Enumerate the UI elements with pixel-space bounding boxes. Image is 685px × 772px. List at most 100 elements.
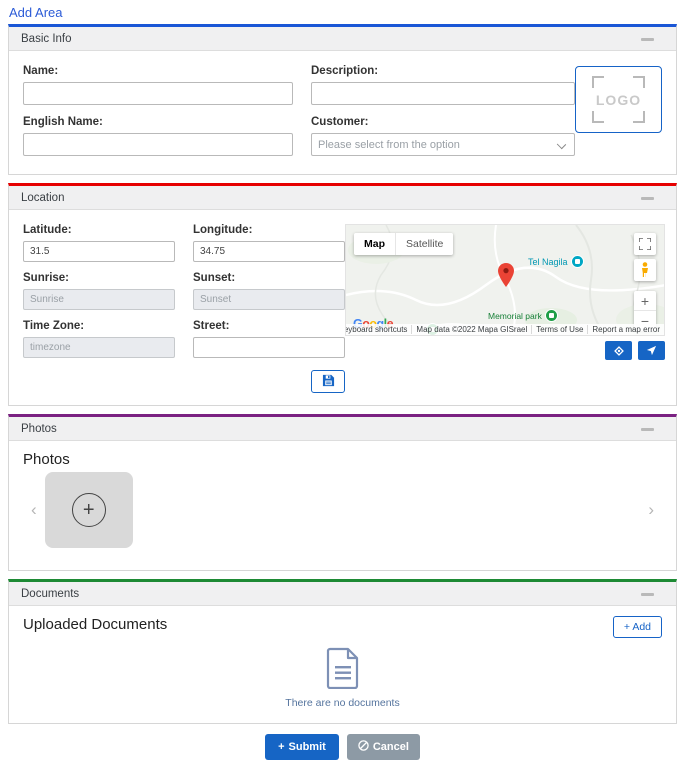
map-action-buttons bbox=[345, 341, 665, 360]
poi-teal-icon bbox=[571, 255, 584, 268]
collapse-icon[interactable] bbox=[641, 428, 654, 431]
documents-header[interactable]: Documents bbox=[9, 582, 676, 606]
english-name-label: English Name: bbox=[23, 116, 293, 128]
longitude-label: Longitude: bbox=[193, 224, 345, 236]
photos-label: Photos bbox=[23, 451, 662, 468]
report-map-error-link[interactable]: Report a map error bbox=[587, 325, 664, 334]
sunrise-field-group: Sunrise: bbox=[23, 272, 175, 310]
collapse-icon[interactable] bbox=[641, 197, 654, 200]
map-type-control: Map Satellite bbox=[354, 233, 453, 255]
photos-carousel: ‹ + › bbox=[23, 472, 662, 548]
documents-body: Uploaded Documents + Add There are no do… bbox=[9, 606, 676, 723]
customer-label: Customer: bbox=[311, 116, 575, 128]
documents-empty-state: There are no documents bbox=[23, 647, 662, 709]
navigation-arrow-icon bbox=[646, 345, 657, 356]
photos-header[interactable]: Photos bbox=[9, 417, 676, 441]
description-label: Description: bbox=[311, 65, 575, 77]
longitude-field-group: Longitude: bbox=[193, 224, 345, 262]
location-header[interactable]: Location bbox=[9, 186, 676, 210]
photos-body: Photos ‹ + › bbox=[9, 441, 676, 570]
add-photo-icon: + bbox=[72, 493, 106, 527]
fullscreen-button[interactable] bbox=[634, 233, 656, 255]
poi-label: Memorial park bbox=[488, 311, 542, 321]
map-marker-icon[interactable] bbox=[498, 263, 514, 292]
sunrise-input bbox=[23, 289, 175, 310]
cancel-slash-icon bbox=[358, 740, 369, 754]
no-documents-text: There are no documents bbox=[285, 697, 399, 709]
plus-icon: + bbox=[278, 741, 284, 753]
sunrise-label: Sunrise: bbox=[23, 272, 175, 284]
name-input[interactable] bbox=[23, 82, 293, 105]
map-data-text: Map data ©2022 Mapa GISrael bbox=[411, 325, 531, 334]
fullscreen-icon bbox=[639, 238, 651, 250]
carousel-prev-icon[interactable]: ‹ bbox=[23, 500, 45, 520]
street-field-group: Street: bbox=[193, 320, 345, 358]
google-map[interactable]: Map Satellite + − bbox=[345, 224, 665, 336]
terms-of-use-link[interactable]: Terms of Use bbox=[531, 325, 587, 334]
zoom-in-button[interactable]: + bbox=[634, 291, 656, 311]
documents-header-label: Documents bbox=[21, 588, 79, 600]
page-title-add-area[interactable]: Add Area bbox=[0, 0, 63, 24]
cancel-button[interactable]: Cancel bbox=[347, 734, 420, 760]
name-field-group: Name: bbox=[23, 65, 293, 105]
footer-actions: + Submit Cancel bbox=[0, 734, 685, 760]
poi-green-icon bbox=[545, 309, 558, 322]
logo-corner-icon bbox=[592, 111, 604, 123]
save-location-button[interactable] bbox=[311, 370, 345, 393]
longitude-input[interactable] bbox=[193, 241, 345, 262]
map-container: Map Satellite + − bbox=[345, 224, 665, 393]
document-icon bbox=[326, 647, 360, 694]
sunset-input bbox=[193, 289, 345, 310]
customer-select[interactable]: Please select from the option bbox=[311, 133, 575, 156]
photos-card: Photos Photos ‹ + › bbox=[8, 414, 677, 571]
timezone-field-group: Time Zone: bbox=[23, 320, 175, 358]
description-field-group: Description: bbox=[311, 65, 575, 105]
customer-select-placeholder: Please select from the option bbox=[318, 139, 460, 151]
english-name-field-group: English Name: bbox=[23, 116, 293, 156]
poi-tel-nagila[interactable]: Tel Nagila bbox=[528, 255, 584, 268]
satellite-tab[interactable]: Satellite bbox=[395, 233, 453, 255]
carousel-next-icon[interactable]: › bbox=[640, 500, 662, 520]
photos-header-label: Photos bbox=[21, 423, 57, 435]
basic-info-header-label: Basic Info bbox=[21, 33, 72, 45]
description-input[interactable] bbox=[311, 82, 575, 105]
navigate-button[interactable] bbox=[638, 341, 665, 360]
directions-button[interactable] bbox=[605, 341, 632, 360]
add-document-button[interactable]: + Add bbox=[613, 616, 662, 638]
latitude-label: Latitude: bbox=[23, 224, 175, 236]
logo-placeholder-text: LOGO bbox=[596, 92, 641, 108]
basic-info-header[interactable]: Basic Info bbox=[9, 27, 676, 51]
collapse-icon[interactable] bbox=[641, 38, 654, 41]
documents-card: Documents Uploaded Documents + Add There… bbox=[8, 579, 677, 724]
location-body: Latitude: Longitude: Sunrise: Sunset: Ti… bbox=[9, 210, 676, 405]
poi-memorial-park[interactable]: Memorial park bbox=[488, 309, 558, 322]
sunset-label: Sunset: bbox=[193, 272, 345, 284]
save-location-cell bbox=[311, 368, 345, 393]
latitude-field-group: Latitude: bbox=[23, 224, 175, 262]
location-fields: Latitude: Longitude: Sunrise: Sunset: Ti… bbox=[23, 224, 345, 393]
chevron-down-icon bbox=[557, 140, 566, 149]
logo-corner-icon bbox=[633, 111, 645, 123]
name-label: Name: bbox=[23, 65, 293, 77]
submit-button[interactable]: + Submit bbox=[265, 734, 339, 760]
english-name-input[interactable] bbox=[23, 133, 293, 156]
directions-diamond-icon bbox=[613, 345, 625, 357]
logo-corner-icon bbox=[633, 76, 645, 88]
poi-label: Tel Nagila bbox=[528, 257, 568, 267]
location-header-label: Location bbox=[21, 192, 64, 204]
latitude-input[interactable] bbox=[23, 241, 175, 262]
keyboard-shortcuts-link[interactable]: Keyboard shortcuts bbox=[345, 325, 411, 334]
basic-info-body: Name: Description: English Name: Custome… bbox=[9, 51, 676, 174]
basic-info-fields: Name: Description: English Name: Custome… bbox=[23, 65, 575, 156]
collapse-icon[interactable] bbox=[641, 593, 654, 596]
pegman-icon bbox=[640, 262, 650, 278]
add-photo-tile[interactable]: + bbox=[45, 472, 133, 548]
logo-upload-box[interactable]: LOGO bbox=[575, 66, 662, 133]
sunset-field-group: Sunset: bbox=[193, 272, 345, 310]
pegman-button[interactable] bbox=[634, 259, 656, 281]
street-input[interactable] bbox=[193, 337, 345, 358]
map-tab[interactable]: Map bbox=[354, 233, 395, 255]
street-label: Street: bbox=[193, 320, 345, 332]
location-card: Location Latitude: Longitude: Sunrise: S… bbox=[8, 183, 677, 406]
basic-info-card: Basic Info Name: Description: English Na… bbox=[8, 24, 677, 175]
